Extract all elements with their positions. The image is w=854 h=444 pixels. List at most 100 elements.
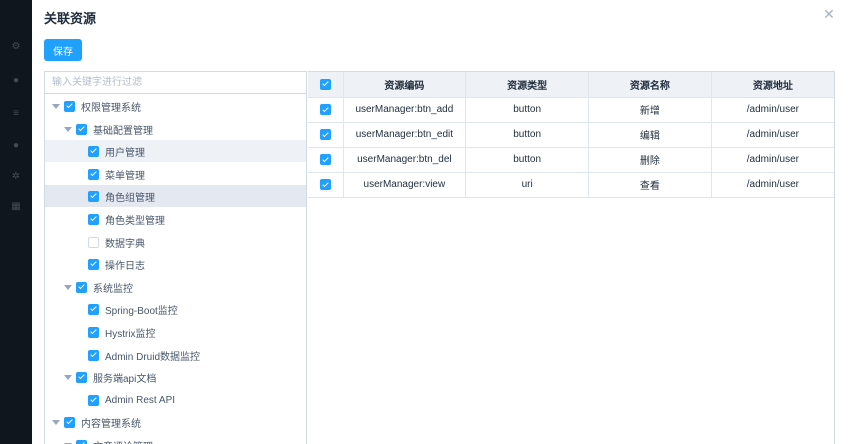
table-header-row: 资源编码 资源类型 资源名称 资源地址 [308,72,834,98]
cell-url: /admin/user [711,147,834,173]
row-checkbox-cell [308,147,344,173]
close-icon[interactable]: ✕ [821,6,837,22]
cell-url: /admin/user [711,122,834,148]
tree-node[interactable]: 操作日志 [45,253,306,275]
cell-name: 编辑 [588,122,712,148]
tree-node[interactable]: 角色类型管理 [45,208,306,230]
tree-node[interactable]: 用户管理 [45,140,306,162]
tree-node-checkbox[interactable] [88,258,99,270]
tree-node[interactable]: 数据字典 [45,231,306,253]
table-row[interactable]: userManager:btn_edit button 编辑 /admin/us… [308,122,834,148]
cell-name: 新增 [588,97,712,123]
tree-node[interactable]: 基础配置管理 [45,118,306,140]
row-checkbox[interactable] [319,104,331,115]
tree-node-checkbox[interactable] [76,439,87,444]
resource-table: 资源编码 资源类型 资源名称 资源地址 userManager:btn_add … [308,72,834,198]
save-button[interactable]: 保存 [44,39,82,61]
caret-down-icon[interactable] [63,125,72,134]
tree-node-label: 菜单管理 [105,170,145,182]
tree-node[interactable]: 菜单管理 [45,163,306,185]
tree-node-label: 文章评论管理 [93,438,153,444]
tree-node-checkbox[interactable] [76,281,87,293]
cell-name: 删除 [588,147,712,173]
table-row[interactable]: userManager:btn_add button 新增 /admin/use… [308,97,834,123]
caret-down-icon[interactable] [63,283,72,292]
tree-node-checkbox[interactable] [88,236,99,248]
cell-code: userManager:view [343,172,467,198]
cell-code: userManager:btn_del [343,147,467,173]
tree-node-label: 系统监控 [93,283,133,295]
tree-node-label: 操作日志 [105,260,145,272]
cell-type: button [465,97,589,123]
tree-node-label: Hystrix监控 [105,328,156,340]
tree-node-label: Spring-Boot监控 [105,305,178,317]
tree-node-label: 角色组管理 [105,192,155,204]
tree-node-label: Admin Druid数据监控 [105,351,201,363]
tree-node-label: 角色类型管理 [105,215,165,227]
tree-node-label: 内容管理系统 [81,418,141,430]
column-header-code: 资源编码 [343,72,467,98]
tree-node[interactable]: Admin Rest API [45,389,306,411]
cell-code: userManager:btn_edit [343,122,467,148]
tree-node-checkbox[interactable] [64,416,75,428]
tree-node[interactable]: Admin Druid数据监控 [45,344,306,366]
tree-node-checkbox[interactable] [88,303,99,315]
column-header-type: 资源类型 [465,72,589,98]
tree-node-checkbox[interactable] [88,168,99,180]
tree-node[interactable]: 服务端api文档 [45,366,306,388]
tree-node[interactable]: Hystrix监控 [45,321,306,343]
cell-type: uri [465,172,589,198]
cell-url: /admin/user [711,97,834,123]
caret-down-icon[interactable] [63,373,72,382]
row-checkbox-cell [308,122,344,148]
select-all-checkbox[interactable] [319,78,331,90]
tree-node[interactable]: 内容管理系统 [45,411,306,433]
tree-node[interactable]: 文章评论管理 [45,434,306,444]
row-checkbox-cell [308,172,344,198]
tree-node[interactable]: 权限管理系统 [45,95,306,117]
row-checkbox[interactable] [319,154,331,165]
tree-node-checkbox[interactable] [88,349,99,361]
cell-url: /admin/user [711,172,834,198]
caret-down-icon[interactable] [51,102,60,111]
resource-tree-panel: 权限管理系统基础配置管理用户管理菜单管理角色组管理角色类型管理数据字典操作日志系… [44,71,307,444]
tree-node-checkbox[interactable] [64,100,75,112]
tree-node-label: 用户管理 [105,147,145,159]
row-checkbox[interactable] [319,179,331,190]
tree-node-checkbox[interactable] [76,123,87,135]
cell-code: userManager:btn_add [343,97,467,123]
caret-down-icon[interactable] [51,418,60,427]
tree-node-checkbox[interactable] [88,326,99,338]
tree-node-label: 权限管理系统 [81,102,141,114]
tree-filter-input[interactable] [45,72,306,94]
column-header-name: 资源名称 [588,72,712,98]
caret-down-icon[interactable] [63,441,72,444]
tree-node[interactable]: Spring-Boot监控 [45,298,306,320]
tree-node-label: Admin Rest API [105,394,176,406]
table-row[interactable]: userManager:view uri 查看 /admin/user [308,172,834,198]
column-header-url: 资源地址 [711,72,834,98]
row-checkbox-cell [308,97,344,123]
tree-node-checkbox[interactable] [76,371,87,383]
row-checkbox[interactable] [319,129,331,140]
tree-node[interactable]: 角色组管理 [45,185,306,207]
tree-node-checkbox[interactable] [88,190,99,202]
table-row[interactable]: userManager:btn_del button 删除 /admin/use… [308,147,834,173]
tree-node[interactable]: 系统监控 [45,276,306,298]
dialog-title: 关联资源 [44,11,97,26]
cell-type: button [465,122,589,148]
tree-node-checkbox[interactable] [88,213,99,225]
tree-node-label: 数据字典 [105,238,145,250]
tree-node-checkbox[interactable] [88,394,99,406]
tree-node-checkbox[interactable] [88,145,99,157]
